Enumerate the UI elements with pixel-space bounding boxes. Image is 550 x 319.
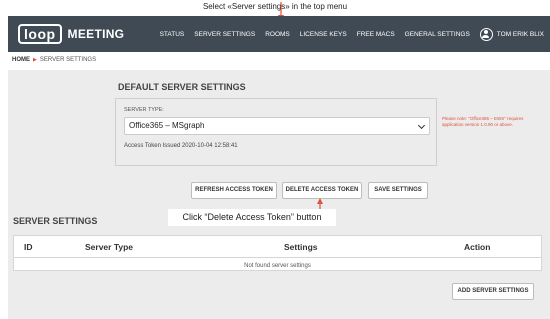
nav-license-keys[interactable]: LICENSE KEYS — [300, 31, 347, 38]
instruction-caption-top: Select «Server settings» in the top menu — [202, 2, 348, 11]
server-settings-table: ID Server Type Settings Action Not found… — [13, 235, 542, 271]
default-settings-title: DEFAULT SERVER SETTINGS — [118, 82, 246, 92]
nav-menu: STATUS SERVER SETTINGS ROOMS LICENSE KEY… — [150, 16, 544, 52]
nav-free-macs[interactable]: FREE MACS — [357, 31, 395, 38]
user-avatar-icon — [479, 27, 493, 41]
breadcrumb-current: SERVER SETTINGS — [39, 57, 97, 63]
nav-status[interactable]: STATUS — [160, 31, 185, 38]
add-server-settings-button[interactable]: ADD SERVER SETTINGS — [452, 283, 534, 300]
breadcrumb-home[interactable]: HOME — [12, 57, 30, 63]
refresh-access-token-button[interactable]: REFRESH ACCESS TOKEN — [191, 182, 277, 199]
server-type-label: SERVER TYPE: — [124, 107, 164, 113]
version-note: Please note: "Office365 – EWS" requires … — [442, 116, 524, 127]
empty-table-row: Not found server settings — [244, 263, 311, 269]
column-header-action: Action — [464, 242, 491, 252]
access-token-status: Access Token Issued 2020-10-04 12:58:41 — [124, 143, 238, 149]
logo-text: MEETING — [67, 27, 125, 41]
column-header-id: ID — [24, 242, 33, 252]
column-header-settings: Settings — [284, 242, 318, 252]
save-settings-button[interactable]: SAVE SETTINGS — [368, 182, 428, 199]
nav-general-settings[interactable]: GENERAL SETTINGS — [405, 31, 470, 38]
user-name: TOM ERIK BLIX — [496, 30, 544, 38]
app-logo[interactable]: loop MEETING — [18, 23, 124, 45]
server-settings-title: SERVER SETTINGS — [13, 216, 98, 226]
top-navbar: loop MEETING STATUS SERVER SETTINGS ROOM… — [8, 16, 550, 52]
user-menu[interactable]: TOM ERIK BLIX — [479, 27, 544, 41]
chevron-down-icon — [417, 121, 426, 130]
nav-server-settings[interactable]: SERVER SETTINGS — [194, 31, 255, 38]
logo-mark: loop — [18, 24, 62, 44]
breadcrumb: HOME ▶ SERVER SETTINGS — [12, 57, 96, 63]
breadcrumb-arrow-icon: ▶ — [33, 57, 37, 63]
delete-access-token-button[interactable]: DELETE ACCESS TOKEN — [282, 182, 362, 199]
nav-rooms[interactable]: ROOMS — [265, 31, 290, 38]
server-type-select[interactable]: Office365 – MSgraph — [124, 117, 430, 135]
instruction-callout: Click “Delete Access Token” button — [168, 209, 336, 226]
server-type-value: Office365 – MSgraph — [129, 121, 205, 130]
column-header-server-type: Server Type — [85, 242, 134, 252]
